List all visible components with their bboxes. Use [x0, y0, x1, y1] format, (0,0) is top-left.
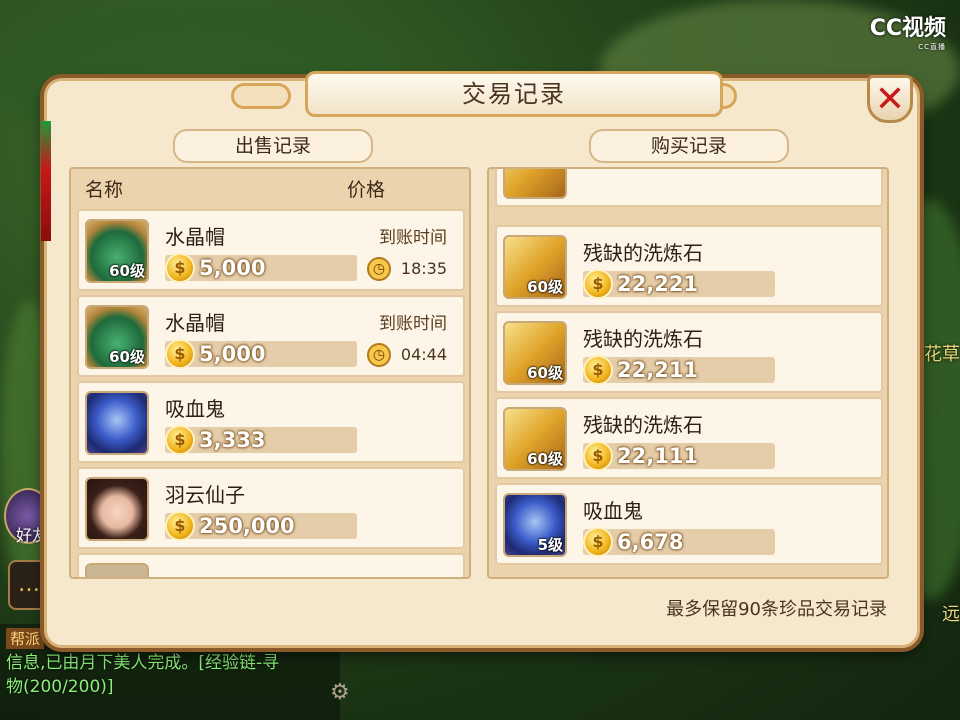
close-button[interactable]: ✕: [867, 75, 913, 123]
cloud-ornament: [231, 83, 291, 109]
cost-field: $ 22,211: [583, 355, 775, 385]
gold-coin-icon: $: [165, 511, 195, 541]
arrive-time: 04:44: [400, 345, 447, 364]
item-name: 羽云仙子: [165, 483, 245, 507]
column-price: 价格: [347, 179, 386, 201]
item-icon: [85, 563, 149, 577]
price-field: $ 5,000: [165, 339, 357, 369]
sell-record-header: 出售记录: [173, 129, 373, 163]
refine-stone-icon: 60级: [503, 235, 567, 299]
column-name: 名称: [85, 179, 124, 201]
crystal-hat-icon: 60级: [85, 219, 149, 283]
item-name: 吸血鬼: [583, 499, 643, 523]
buy-row[interactable]: 5级 吸血鬼 $ 6,678: [495, 483, 883, 565]
record-limit-note: 最多保留90条珍品交易记录: [666, 599, 887, 620]
price-field: $ 3,333: [165, 425, 357, 455]
cost-field: $ 22,111: [583, 441, 775, 471]
side-label: 花草: [924, 344, 960, 365]
trade-record-dialog: 交易记录 ✕ 出售记录 名称 价格 60级 水晶帽 $ 5,000 到账时间 ◷…: [41, 71, 920, 648]
tassel-decoration: [41, 121, 51, 241]
item-name: 吸血鬼: [165, 397, 225, 421]
arrive-time: 18:35: [400, 259, 447, 278]
item-name: 残缺的洗炼石: [583, 241, 703, 265]
buy-row[interactable]: 60级 残缺的洗炼石 $ 22,111: [495, 397, 883, 479]
item-name: 水晶帽: [165, 311, 225, 335]
vampire-icon: [85, 391, 149, 455]
gold-coin-icon: $: [165, 253, 195, 283]
buy-row[interactable]: 60级 残缺的洗炼石 $ 22,211: [495, 311, 883, 393]
sell-row-partial[interactable]: [77, 553, 465, 577]
sell-column-header: 名称 价格: [71, 169, 469, 207]
side-label: 远: [942, 604, 960, 625]
buy-record-header: 购买记录: [589, 129, 789, 163]
vampire-icon: 5级: [503, 493, 567, 557]
arrive-time-label: 到账时间: [379, 314, 447, 334]
item-name: 水晶帽: [165, 225, 225, 249]
clock-icon: ◷: [367, 257, 391, 281]
refine-stone-icon: 60级: [503, 407, 567, 471]
buy-row[interactable]: 60级 残缺的洗炼石 $ 22,221: [495, 225, 883, 307]
close-icon: ✕: [874, 79, 906, 120]
sell-row[interactable]: 羽云仙子 $ 250,000: [77, 467, 465, 549]
gold-coin-icon: $: [583, 269, 613, 299]
crystal-hat-icon: 60级: [85, 305, 149, 369]
chat-message-line: 物(200/200)]: [6, 677, 114, 697]
gold-coin-icon: $: [165, 339, 195, 369]
sell-row[interactable]: 60级 水晶帽 $ 5,000 到账时间 ◷ 04:44: [77, 295, 465, 377]
gold-coin-icon: $: [583, 527, 613, 557]
gold-coin-icon: $: [583, 441, 613, 471]
item-name: 残缺的洗炼石: [583, 327, 703, 351]
refine-stone-icon: [503, 169, 567, 199]
sell-row[interactable]: 60级 水晶帽 $ 5,000 到账时间 ◷ 18:35: [77, 209, 465, 291]
cost-field: $ 22,221: [583, 269, 775, 299]
gear-icon[interactable]: ⚙: [330, 680, 350, 705]
clock-icon: ◷: [367, 343, 391, 367]
watermark-logo: CC视频 CC直播: [869, 16, 946, 51]
refine-stone-icon: 60级: [503, 321, 567, 385]
buy-record-list[interactable]: 名称 花费 60级 残缺的洗炼石 $ 22,221 60级 残缺的洗炼石 $ 2…: [487, 167, 889, 579]
sell-row[interactable]: 吸血鬼 $ 3,333: [77, 381, 465, 463]
sell-record-list[interactable]: 名称 价格 60级 水晶帽 $ 5,000 到账时间 ◷ 18:35 60级 水…: [69, 167, 471, 579]
gold-coin-icon: $: [583, 355, 613, 385]
gold-coin-icon: $: [165, 425, 195, 455]
item-name: 残缺的洗炼石: [583, 413, 703, 437]
fairy-portrait-icon: [85, 477, 149, 541]
chat-message-line: 信息,已由月下美人完成。[经验链-寻: [6, 653, 280, 673]
dialog-title: 交易记录: [305, 71, 723, 117]
price-field: $ 5,000: [165, 253, 357, 283]
chat-channel-tag[interactable]: 帮派: [6, 628, 45, 649]
cost-field: $ 6,678: [583, 527, 775, 557]
buy-row-partial[interactable]: [495, 169, 883, 207]
arrive-time-label: 到账时间: [379, 228, 447, 248]
price-field: $ 250,000: [165, 511, 357, 541]
